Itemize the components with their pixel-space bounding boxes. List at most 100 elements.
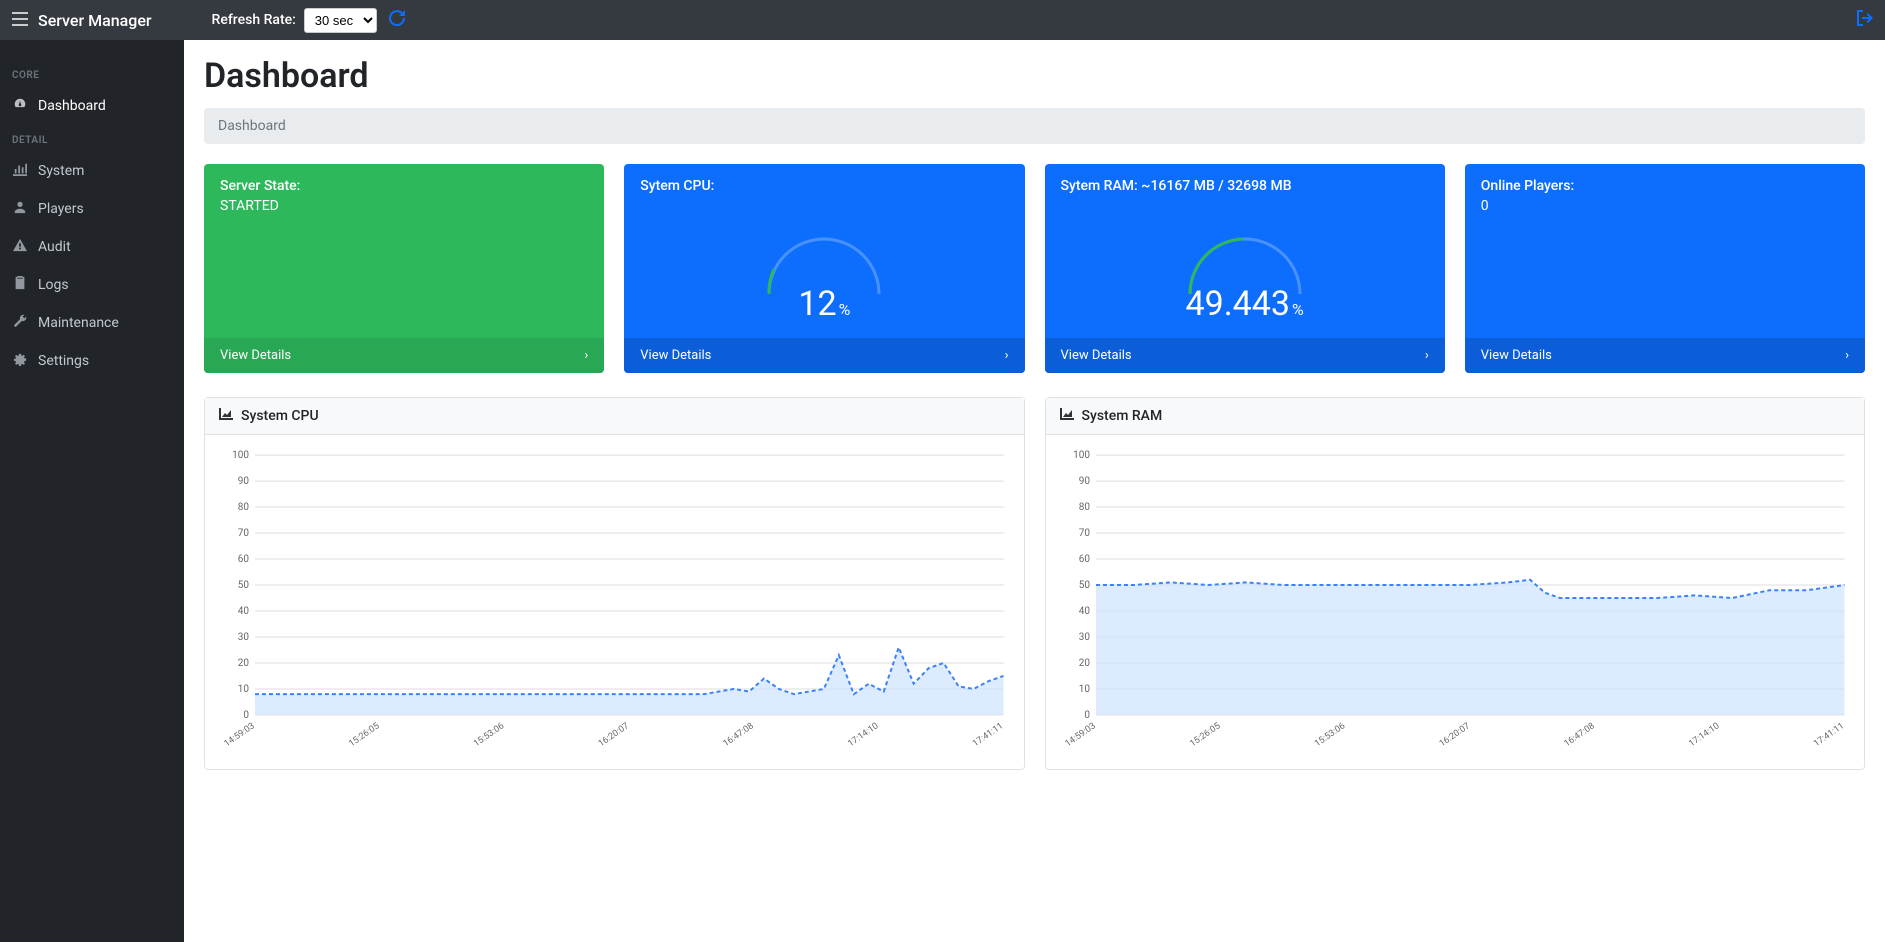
svg-text:100: 100	[1073, 450, 1090, 461]
view-details-label: View Details	[640, 348, 711, 363]
svg-text:20: 20	[238, 658, 250, 669]
view-details-label: View Details	[1061, 348, 1132, 363]
svg-text:90: 90	[1078, 476, 1090, 487]
refresh-rate-select[interactable]: 30 sec	[304, 8, 377, 33]
summary-cards: Server State: STARTED View Details › Syt…	[204, 164, 1865, 373]
ram-card-title: Sytem RAM: ~16167 MB / 32698 MB	[1061, 178, 1429, 194]
area-chart-icon	[1060, 408, 1074, 424]
svg-text:10: 10	[1078, 684, 1090, 695]
sidebar-item-label: Audit	[38, 239, 71, 255]
players-card: Online Players: 0 View Details ›	[1465, 164, 1865, 373]
sidebar-item-label: Logs	[38, 277, 69, 293]
chart-icon	[12, 162, 28, 180]
sidebar-item-maintenance[interactable]: Maintenance	[0, 304, 184, 342]
sidebar-item-label: System	[38, 163, 84, 179]
server-state-card: Server State: STARTED View Details ›	[204, 164, 604, 373]
chevron-right-icon: ›	[584, 348, 588, 363]
sidebar-item-label: Maintenance	[38, 315, 119, 331]
cpu-card: Sytem CPU: 12% View Details ›	[624, 164, 1024, 373]
cpu-chart-panel: System CPU 010203040506070809010014:59:0…	[204, 397, 1025, 770]
ram-chart-title: System RAM	[1082, 408, 1163, 424]
cpu-chart: 010203040506070809010014:59:0315:26:0515…	[215, 445, 1014, 755]
svg-text:50: 50	[1078, 580, 1090, 591]
svg-text:0: 0	[1084, 710, 1090, 721]
server-state-title: Server State:	[220, 178, 588, 194]
svg-text:100: 100	[232, 450, 249, 461]
svg-text:14:59:03: 14:59:03	[223, 721, 257, 749]
svg-text:70: 70	[238, 528, 250, 539]
sidebar-item-label: Dashboard	[38, 98, 106, 114]
cpu-card-title: Sytem CPU:	[640, 178, 1008, 194]
svg-text:16:20:07: 16:20:07	[1437, 721, 1471, 749]
refresh-icon[interactable]	[389, 10, 405, 30]
ram-card: Sytem RAM: ~16167 MB / 32698 MB 49.443% …	[1045, 164, 1445, 373]
logout-icon[interactable]	[1857, 10, 1873, 30]
sidebar-item-players[interactable]: Players	[0, 190, 184, 228]
players-card-value: 0	[1481, 198, 1849, 214]
sidebar-section-label: CORE	[0, 60, 184, 87]
svg-text:15:53:06: 15:53:06	[472, 721, 506, 749]
ram-gauge-arc	[1175, 214, 1315, 304]
sidebar-item-settings[interactable]: Settings	[0, 342, 184, 380]
svg-text:0: 0	[243, 710, 249, 721]
sidebar-item-system[interactable]: System	[0, 152, 184, 190]
svg-text:80: 80	[1078, 502, 1090, 513]
sidebar-item-label: Players	[38, 201, 84, 217]
svg-text:17:41:11: 17:41:11	[971, 721, 1005, 749]
svg-text:80: 80	[238, 502, 250, 513]
cpu-gauge-arc	[754, 214, 894, 304]
svg-text:16:47:08: 16:47:08	[722, 721, 756, 749]
svg-text:16:20:07: 16:20:07	[597, 721, 631, 749]
ram-details-link[interactable]: View Details ›	[1045, 338, 1445, 373]
main-content: Dashboard Dashboard Server State: STARTE…	[184, 40, 1885, 942]
svg-text:17:14:10: 17:14:10	[1687, 721, 1721, 749]
ram-chart-panel: System RAM 010203040506070809010014:59:0…	[1045, 397, 1866, 770]
view-details-label: View Details	[220, 348, 291, 363]
svg-text:10: 10	[238, 684, 250, 695]
svg-text:17:41:11: 17:41:11	[1812, 721, 1846, 749]
svg-text:40: 40	[1078, 606, 1090, 617]
svg-text:17:14:10: 17:14:10	[846, 721, 880, 749]
svg-text:60: 60	[238, 554, 250, 565]
user-icon	[12, 200, 28, 218]
area-chart-icon	[219, 408, 233, 424]
cpu-details-link[interactable]: View Details ›	[624, 338, 1024, 373]
sidebar-item-audit[interactable]: Audit	[0, 228, 184, 266]
cpu-chart-title: System CPU	[241, 408, 319, 424]
menu-toggle-icon[interactable]	[12, 11, 28, 30]
sidebar-item-dashboard[interactable]: Dashboard	[0, 87, 184, 125]
ram-chart: 010203040506070809010014:59:0315:26:0515…	[1056, 445, 1855, 755]
charts-row: System CPU 010203040506070809010014:59:0…	[204, 397, 1865, 770]
players-details-link[interactable]: View Details ›	[1465, 338, 1865, 373]
players-card-title: Online Players:	[1481, 178, 1849, 194]
sidebar: CORE Dashboard DETAIL System Players Audit Log…	[0, 40, 184, 942]
refresh-rate-label: Refresh Rate:	[212, 12, 296, 28]
sidebar-item-logs[interactable]: Logs	[0, 266, 184, 304]
svg-text:15:53:06: 15:53:06	[1313, 721, 1347, 749]
chevron-right-icon: ›	[1005, 348, 1009, 363]
chevron-right-icon: ›	[1425, 348, 1429, 363]
svg-text:20: 20	[1078, 658, 1090, 669]
svg-text:14:59:03: 14:59:03	[1063, 721, 1097, 749]
sidebar-section-label: DETAIL	[0, 125, 184, 152]
clipboard-icon	[12, 276, 28, 294]
svg-text:30: 30	[238, 632, 250, 643]
server-state-value: STARTED	[220, 198, 588, 214]
svg-text:15:26:05: 15:26:05	[347, 721, 381, 749]
svg-text:40: 40	[238, 606, 250, 617]
refresh-rate-control: Refresh Rate: 30 sec	[212, 8, 405, 33]
chevron-right-icon: ›	[1845, 348, 1849, 363]
svg-text:70: 70	[1078, 528, 1090, 539]
app-brand: Server Manager	[38, 11, 152, 30]
wrench-icon	[12, 314, 28, 332]
topbar: Server Manager Refresh Rate: 30 sec	[0, 0, 1885, 40]
svg-text:15:26:05: 15:26:05	[1188, 721, 1222, 749]
sidebar-item-label: Settings	[38, 353, 89, 369]
gauge-icon	[12, 97, 28, 115]
breadcrumb: Dashboard	[204, 108, 1865, 144]
svg-text:50: 50	[238, 580, 250, 591]
warn-icon	[12, 238, 28, 256]
cogs-icon	[12, 352, 28, 370]
server-state-details-link[interactable]: View Details ›	[204, 338, 604, 373]
svg-text:60: 60	[1078, 554, 1090, 565]
